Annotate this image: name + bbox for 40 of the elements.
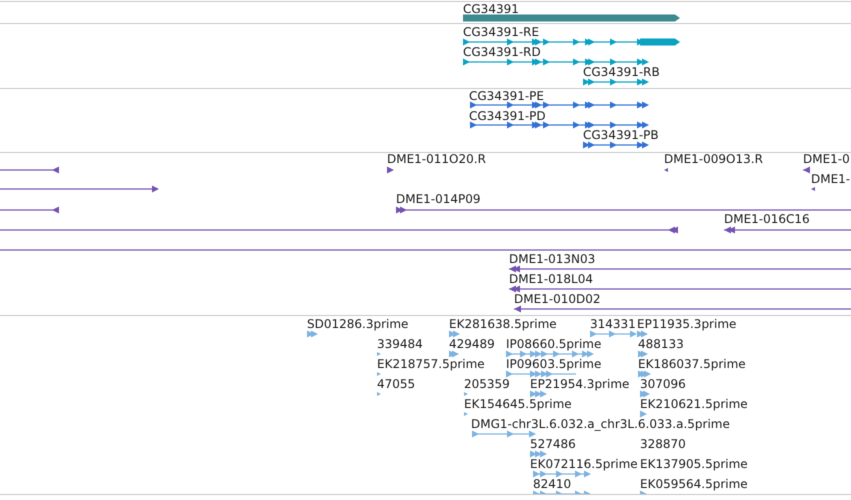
feature-label: IP09603.5prime xyxy=(506,357,602,372)
feature-label: 47055 xyxy=(377,377,416,392)
feature-label: EK059564.5prime xyxy=(640,477,748,492)
feature-label: CG34391-PB xyxy=(583,128,659,143)
feature-label: EK137905.5prime xyxy=(640,457,748,472)
feature-label: IP08660.5prime xyxy=(506,337,602,352)
feature-label: DME1-009O13.R xyxy=(664,153,763,167)
feature-label: EK218757.5prime xyxy=(377,357,485,372)
feature-label: CG34391-PD xyxy=(469,109,546,124)
feature-label: EK072116.5prime xyxy=(530,457,638,472)
feature-label: 488133 xyxy=(638,337,684,352)
feature-label: CG34391 xyxy=(463,2,519,17)
feature-label: SD01286.3prime xyxy=(307,317,408,332)
feature-label: DME1-010D02 xyxy=(514,292,601,307)
feature-label: DME1-011O20.R xyxy=(387,153,486,167)
feature-label: 328870 xyxy=(640,437,686,452)
feature-label: DME1-0 xyxy=(803,153,850,167)
feature-label: 82410 xyxy=(533,477,572,492)
feature-label: 339484 xyxy=(377,337,423,352)
feature-label: CG34391-RD xyxy=(463,45,541,60)
feature-label: DME1-016C16 xyxy=(724,212,810,227)
feature-label: DME1- xyxy=(811,172,850,187)
feature-label: CG34391-PE xyxy=(469,89,544,104)
feature-label: CG34391-RB xyxy=(583,65,660,80)
feature-label: EK154645.5prime xyxy=(464,397,572,412)
feature-label: 205359 xyxy=(464,377,510,392)
feature-label: EK186037.5prime xyxy=(638,357,746,372)
feature-label: EP11935.3prime xyxy=(637,317,736,332)
feature-label: 527486 xyxy=(530,437,576,452)
feature-label: 314331 xyxy=(590,317,636,332)
feature-label: DME1-013N03 xyxy=(509,252,596,267)
feature-label: 307096 xyxy=(640,377,686,392)
feature-label: EP21954.3prime xyxy=(530,377,630,392)
feature-label: DME1-018L04 xyxy=(509,272,593,287)
feature-label: 429489 xyxy=(449,337,495,352)
feature-label: DME1-014P09 xyxy=(396,192,481,207)
feature-label: EK281638.5prime xyxy=(449,317,557,332)
feature-label: EK210621.5prime xyxy=(640,397,748,412)
feature-label: CG34391-RE xyxy=(463,25,540,40)
feature-label: DMG1-chr3L.6.032.a_chr3L.6.033.a.5prime xyxy=(471,417,730,432)
